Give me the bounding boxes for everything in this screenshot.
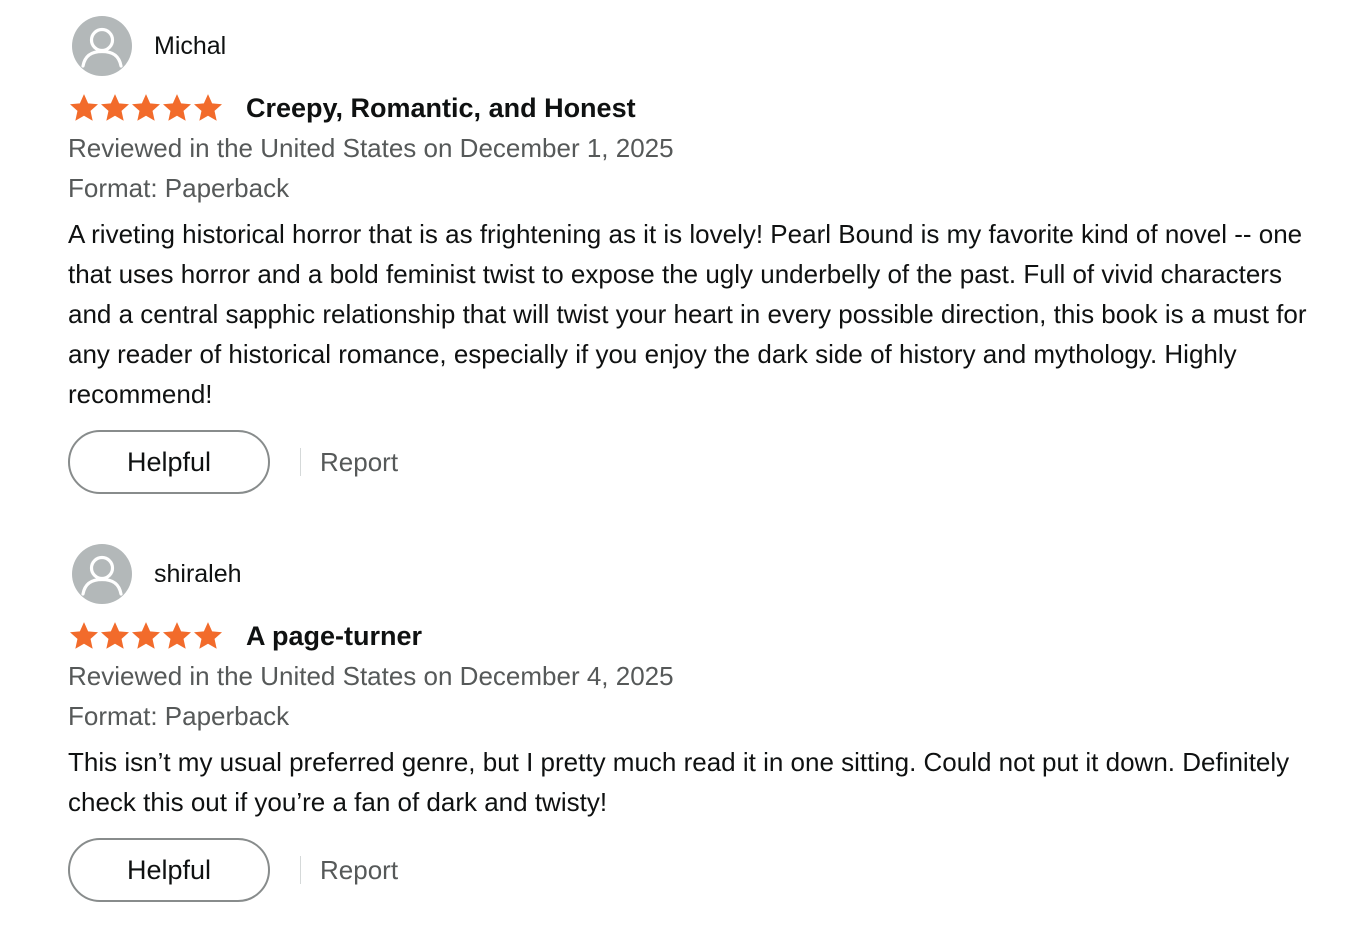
review-card: shiraleh A page-turner Reviewed in the U… bbox=[68, 544, 1328, 902]
star-icon bbox=[101, 622, 129, 649]
review-title[interactable]: A page-turner bbox=[246, 621, 422, 652]
avatar bbox=[72, 544, 132, 604]
reviewer-name[interactable]: shiraleh bbox=[154, 560, 242, 589]
report-link[interactable]: Report bbox=[320, 447, 398, 478]
star-icon bbox=[194, 94, 222, 121]
star-icon bbox=[132, 622, 160, 649]
star-icon bbox=[163, 622, 191, 649]
star-rating[interactable] bbox=[68, 92, 230, 124]
star-rating[interactable] bbox=[68, 620, 230, 652]
star-icon bbox=[70, 94, 98, 121]
review-date: Reviewed in the United States on Decembe… bbox=[68, 133, 674, 163]
reviewer-profile[interactable]: Michal bbox=[68, 16, 1328, 76]
review-actions: Helpful Report bbox=[68, 430, 1328, 494]
divider bbox=[300, 856, 301, 884]
star-icon bbox=[132, 94, 160, 121]
helpful-button[interactable]: Helpful bbox=[68, 838, 270, 902]
review-body: This isn’t my usual preferred genre, but… bbox=[68, 747, 1290, 817]
review-title-row: A page-turner bbox=[68, 618, 1328, 654]
reviewer-profile[interactable]: shiraleh bbox=[68, 544, 1328, 604]
review-date: Reviewed in the United States on Decembe… bbox=[68, 661, 674, 691]
review-title-row: Creepy, Romantic, and Honest bbox=[68, 90, 1328, 126]
review-format[interactable]: Format: Paperback bbox=[68, 168, 1328, 208]
avatar bbox=[72, 16, 132, 76]
divider bbox=[300, 448, 301, 476]
star-icon bbox=[194, 622, 222, 649]
review-body: A riveting historical horror that is as … bbox=[68, 219, 1307, 409]
report-link[interactable]: Report bbox=[320, 855, 398, 886]
star-icon bbox=[101, 94, 129, 121]
person-silhouette-icon bbox=[81, 27, 123, 68]
person-silhouette-icon bbox=[81, 555, 123, 596]
review-actions: Helpful Report bbox=[68, 838, 1328, 902]
helpful-button[interactable]: Helpful bbox=[68, 430, 270, 494]
review-format[interactable]: Format: Paperback bbox=[68, 696, 1328, 736]
review-card: Michal Creepy, Romantic, and Honest Revi… bbox=[68, 16, 1328, 494]
star-icon bbox=[70, 622, 98, 649]
review-title[interactable]: Creepy, Romantic, and Honest bbox=[246, 93, 636, 124]
reviewer-name[interactable]: Michal bbox=[154, 32, 226, 61]
star-icon bbox=[163, 94, 191, 121]
